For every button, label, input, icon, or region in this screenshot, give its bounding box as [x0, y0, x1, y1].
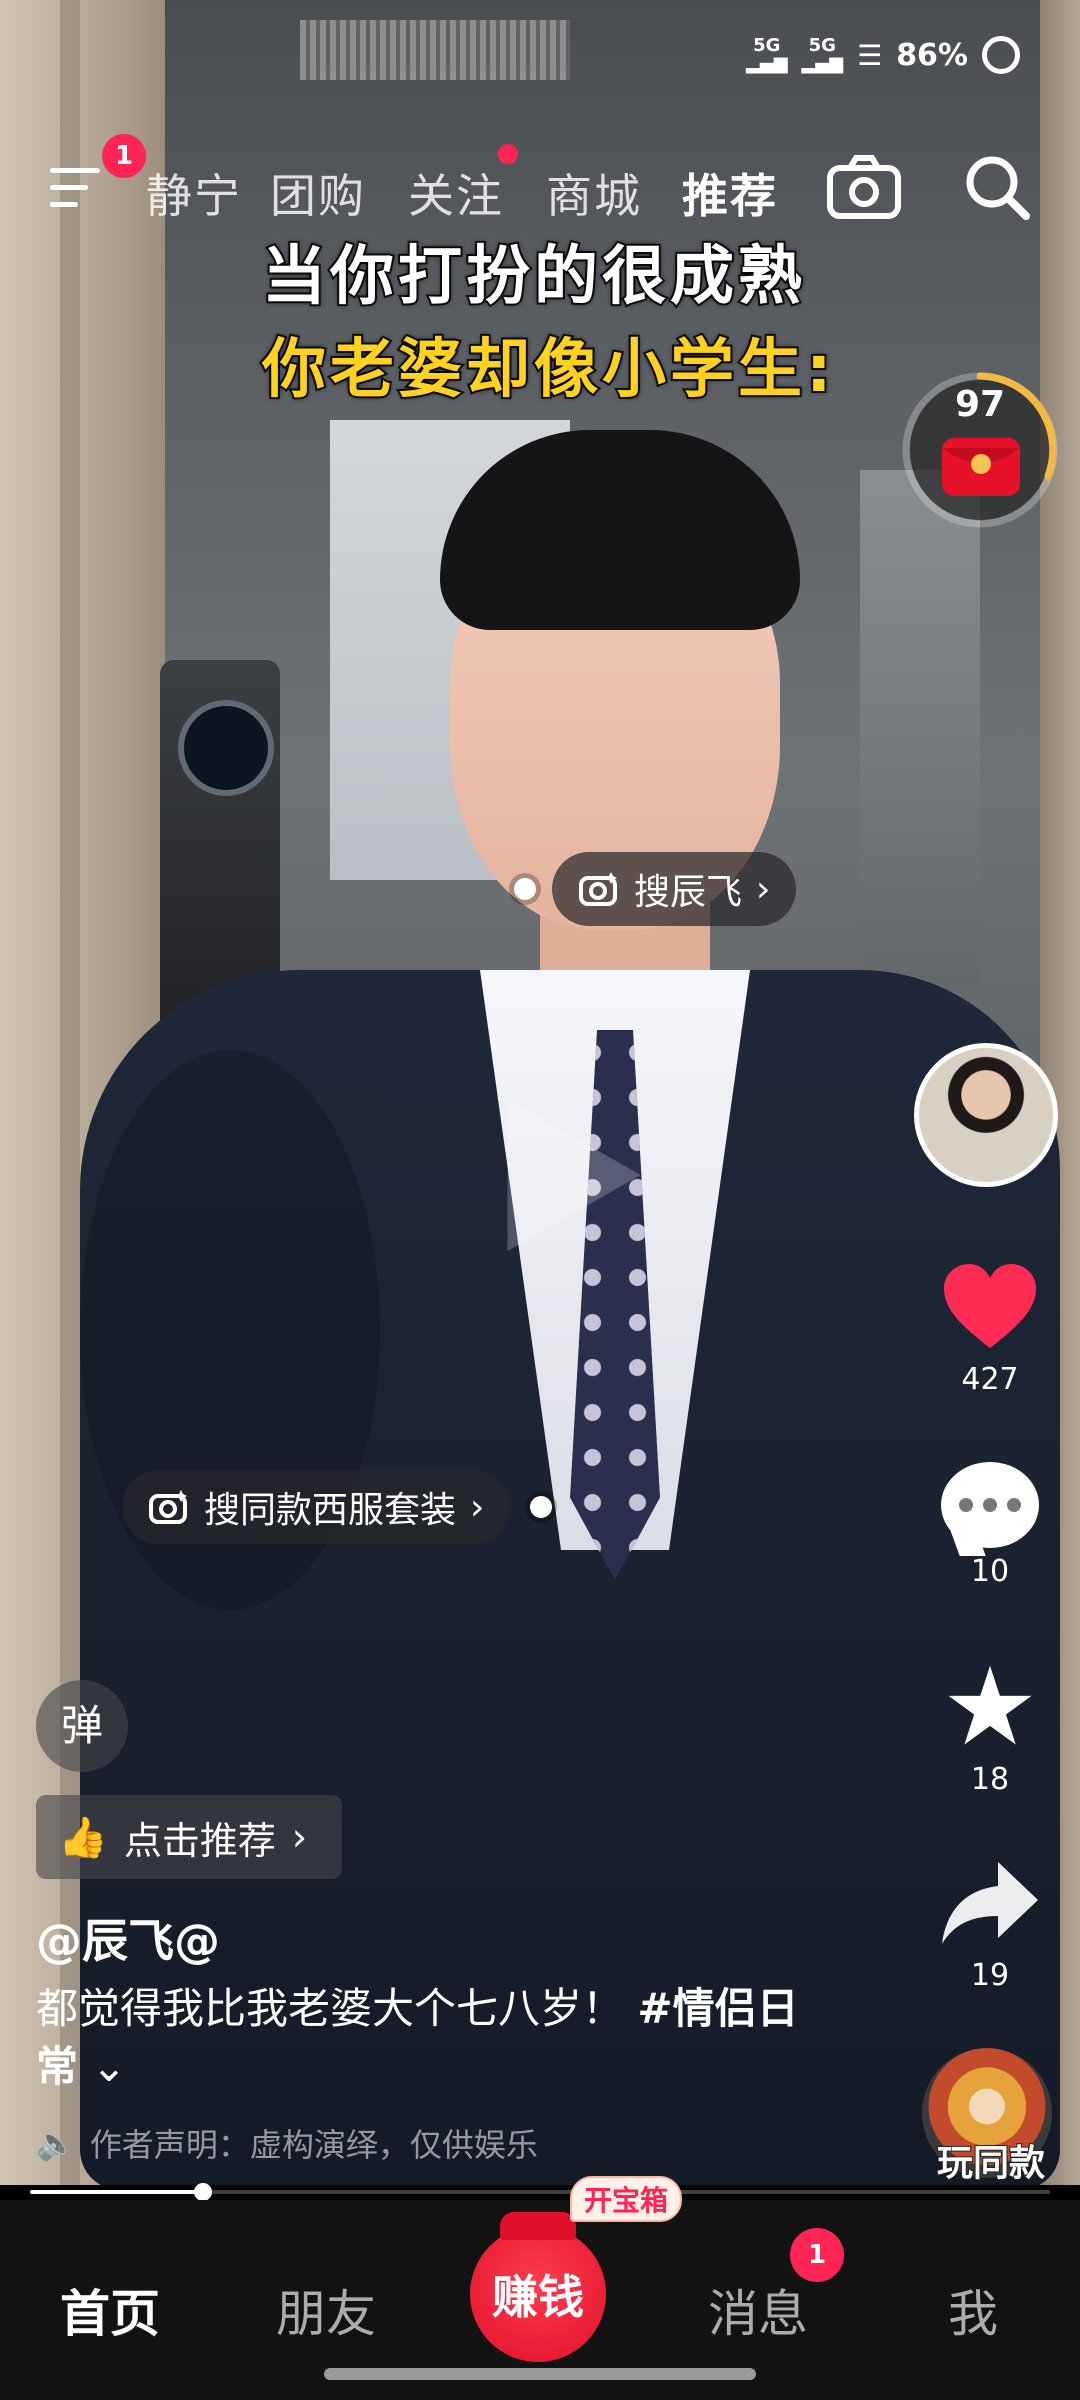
tab-me[interactable]: 我	[948, 2274, 998, 2346]
menu-badge: 1	[102, 134, 146, 178]
recommend-label: 点击推荐	[123, 1818, 276, 1863]
video-description[interactable]: 都觉得我比我老婆大个七八岁！ #情侣日常 ⌄	[36, 1980, 836, 2096]
search-person-tag[interactable]: 搜辰飞 ›	[552, 852, 797, 926]
signal-5g-1: 5G ▂▄▆	[746, 37, 788, 73]
search-person-label: 搜辰飞	[634, 872, 743, 913]
tag-anchor-dot	[514, 878, 536, 900]
expand-icon[interactable]: ⌄	[91, 2042, 126, 2091]
menu-icon[interactable]	[50, 168, 100, 212]
red-packet-timer[interactable]: 97	[900, 366, 1068, 534]
star-icon: ★	[941, 1645, 1039, 1770]
red-packet-countdown: 97	[954, 384, 1006, 425]
camera-icon[interactable]	[826, 154, 902, 220]
share-count: 19	[970, 1958, 1010, 1993]
tab-messages[interactable]: 消息	[708, 2274, 808, 2346]
danmu-button[interactable]: 弹	[36, 1680, 128, 1772]
author-avatar[interactable]	[914, 1043, 1058, 1187]
thumbs-up-icon: 👍	[58, 1814, 108, 1861]
progress-fill	[30, 2190, 204, 2194]
recommend-button[interactable]: 👍 点击推荐 ›	[36, 1795, 342, 1879]
disclaimer: 🔈 作者声明：虚构演绎，仅供娱乐	[36, 2120, 538, 2166]
tab-mall[interactable]: 商城	[546, 160, 642, 226]
tab-local[interactable]: 静宁	[146, 160, 242, 226]
battery-percent: 86%	[896, 37, 968, 73]
wifi-icon: ☰	[857, 38, 883, 72]
favorite-button[interactable]: ★ 18	[930, 1645, 1050, 1798]
share-button[interactable]: 19	[930, 1858, 1050, 1993]
comment-count: 10	[970, 1554, 1010, 1589]
search-icon[interactable]	[962, 152, 1032, 222]
disclaimer-text: 作者声明：虚构演绎，仅供娱乐	[89, 2126, 538, 2164]
signal-bars-icon: ▂▄▆	[801, 53, 844, 74]
chevron-right-icon: ›	[756, 868, 771, 910]
chevron-right-icon: ›	[470, 1486, 485, 1528]
description-text: 都觉得我比我老婆大个七八岁！	[36, 1984, 625, 2033]
home-indicator[interactable]	[324, 2368, 756, 2380]
hair	[440, 430, 800, 630]
share-icon	[942, 1862, 1038, 1944]
search-outfit-label: 搜同款西服套装	[204, 1490, 457, 1531]
comment-button[interactable]: 10	[930, 1462, 1050, 1589]
signal-bars-icon: ▂▄▆	[746, 53, 788, 74]
video-progress-bar[interactable]	[30, 2183, 1050, 2201]
comment-icon	[941, 1462, 1039, 1548]
messages-badge: 1	[790, 2228, 844, 2282]
tab-home[interactable]: 首页	[60, 2274, 160, 2346]
like-button[interactable]: 427	[930, 1262, 1050, 1397]
following-dot	[498, 144, 518, 164]
scan-search-icon	[579, 872, 617, 906]
video-caption-line-2: 你老婆却像小学生:	[260, 331, 836, 409]
tab-recommend[interactable]: 推荐	[682, 160, 778, 226]
speaker-icon: 🔈	[36, 2124, 76, 2162]
scan-search-icon	[149, 1490, 187, 1524]
tab-friends[interactable]: 朋友	[276, 2274, 376, 2346]
video-caption-line-1: 当你打扮的很成熟	[260, 238, 806, 316]
earn-button[interactable]: 赚钱	[470, 2212, 606, 2362]
progress-knob[interactable]	[194, 2183, 213, 2201]
battery-icon	[982, 36, 1020, 74]
tab-group-buy[interactable]: 团购	[270, 160, 366, 226]
play-same-label[interactable]: 玩同款	[916, 2134, 1066, 2186]
chevron-right-icon: ›	[291, 1815, 308, 1859]
signal-5g-2: 5G ▂▄▆	[802, 37, 844, 73]
search-outfit-tag[interactable]: 搜同款西服套装 ›	[122, 1470, 511, 1544]
tag-anchor-dot	[530, 1496, 552, 1518]
author-name[interactable]: @辰飞@	[36, 1905, 220, 1971]
tab-following[interactable]: 关注	[408, 160, 504, 226]
like-count: 427	[961, 1362, 1019, 1397]
status-bar: 5G ▂▄▆ 5G ▂▄▆ ☰ 86%	[0, 0, 1080, 110]
treasure-tag[interactable]: 开宝箱	[570, 2176, 683, 2222]
earn-label: 赚钱	[492, 2270, 584, 2324]
heart-icon	[944, 1264, 1036, 1348]
